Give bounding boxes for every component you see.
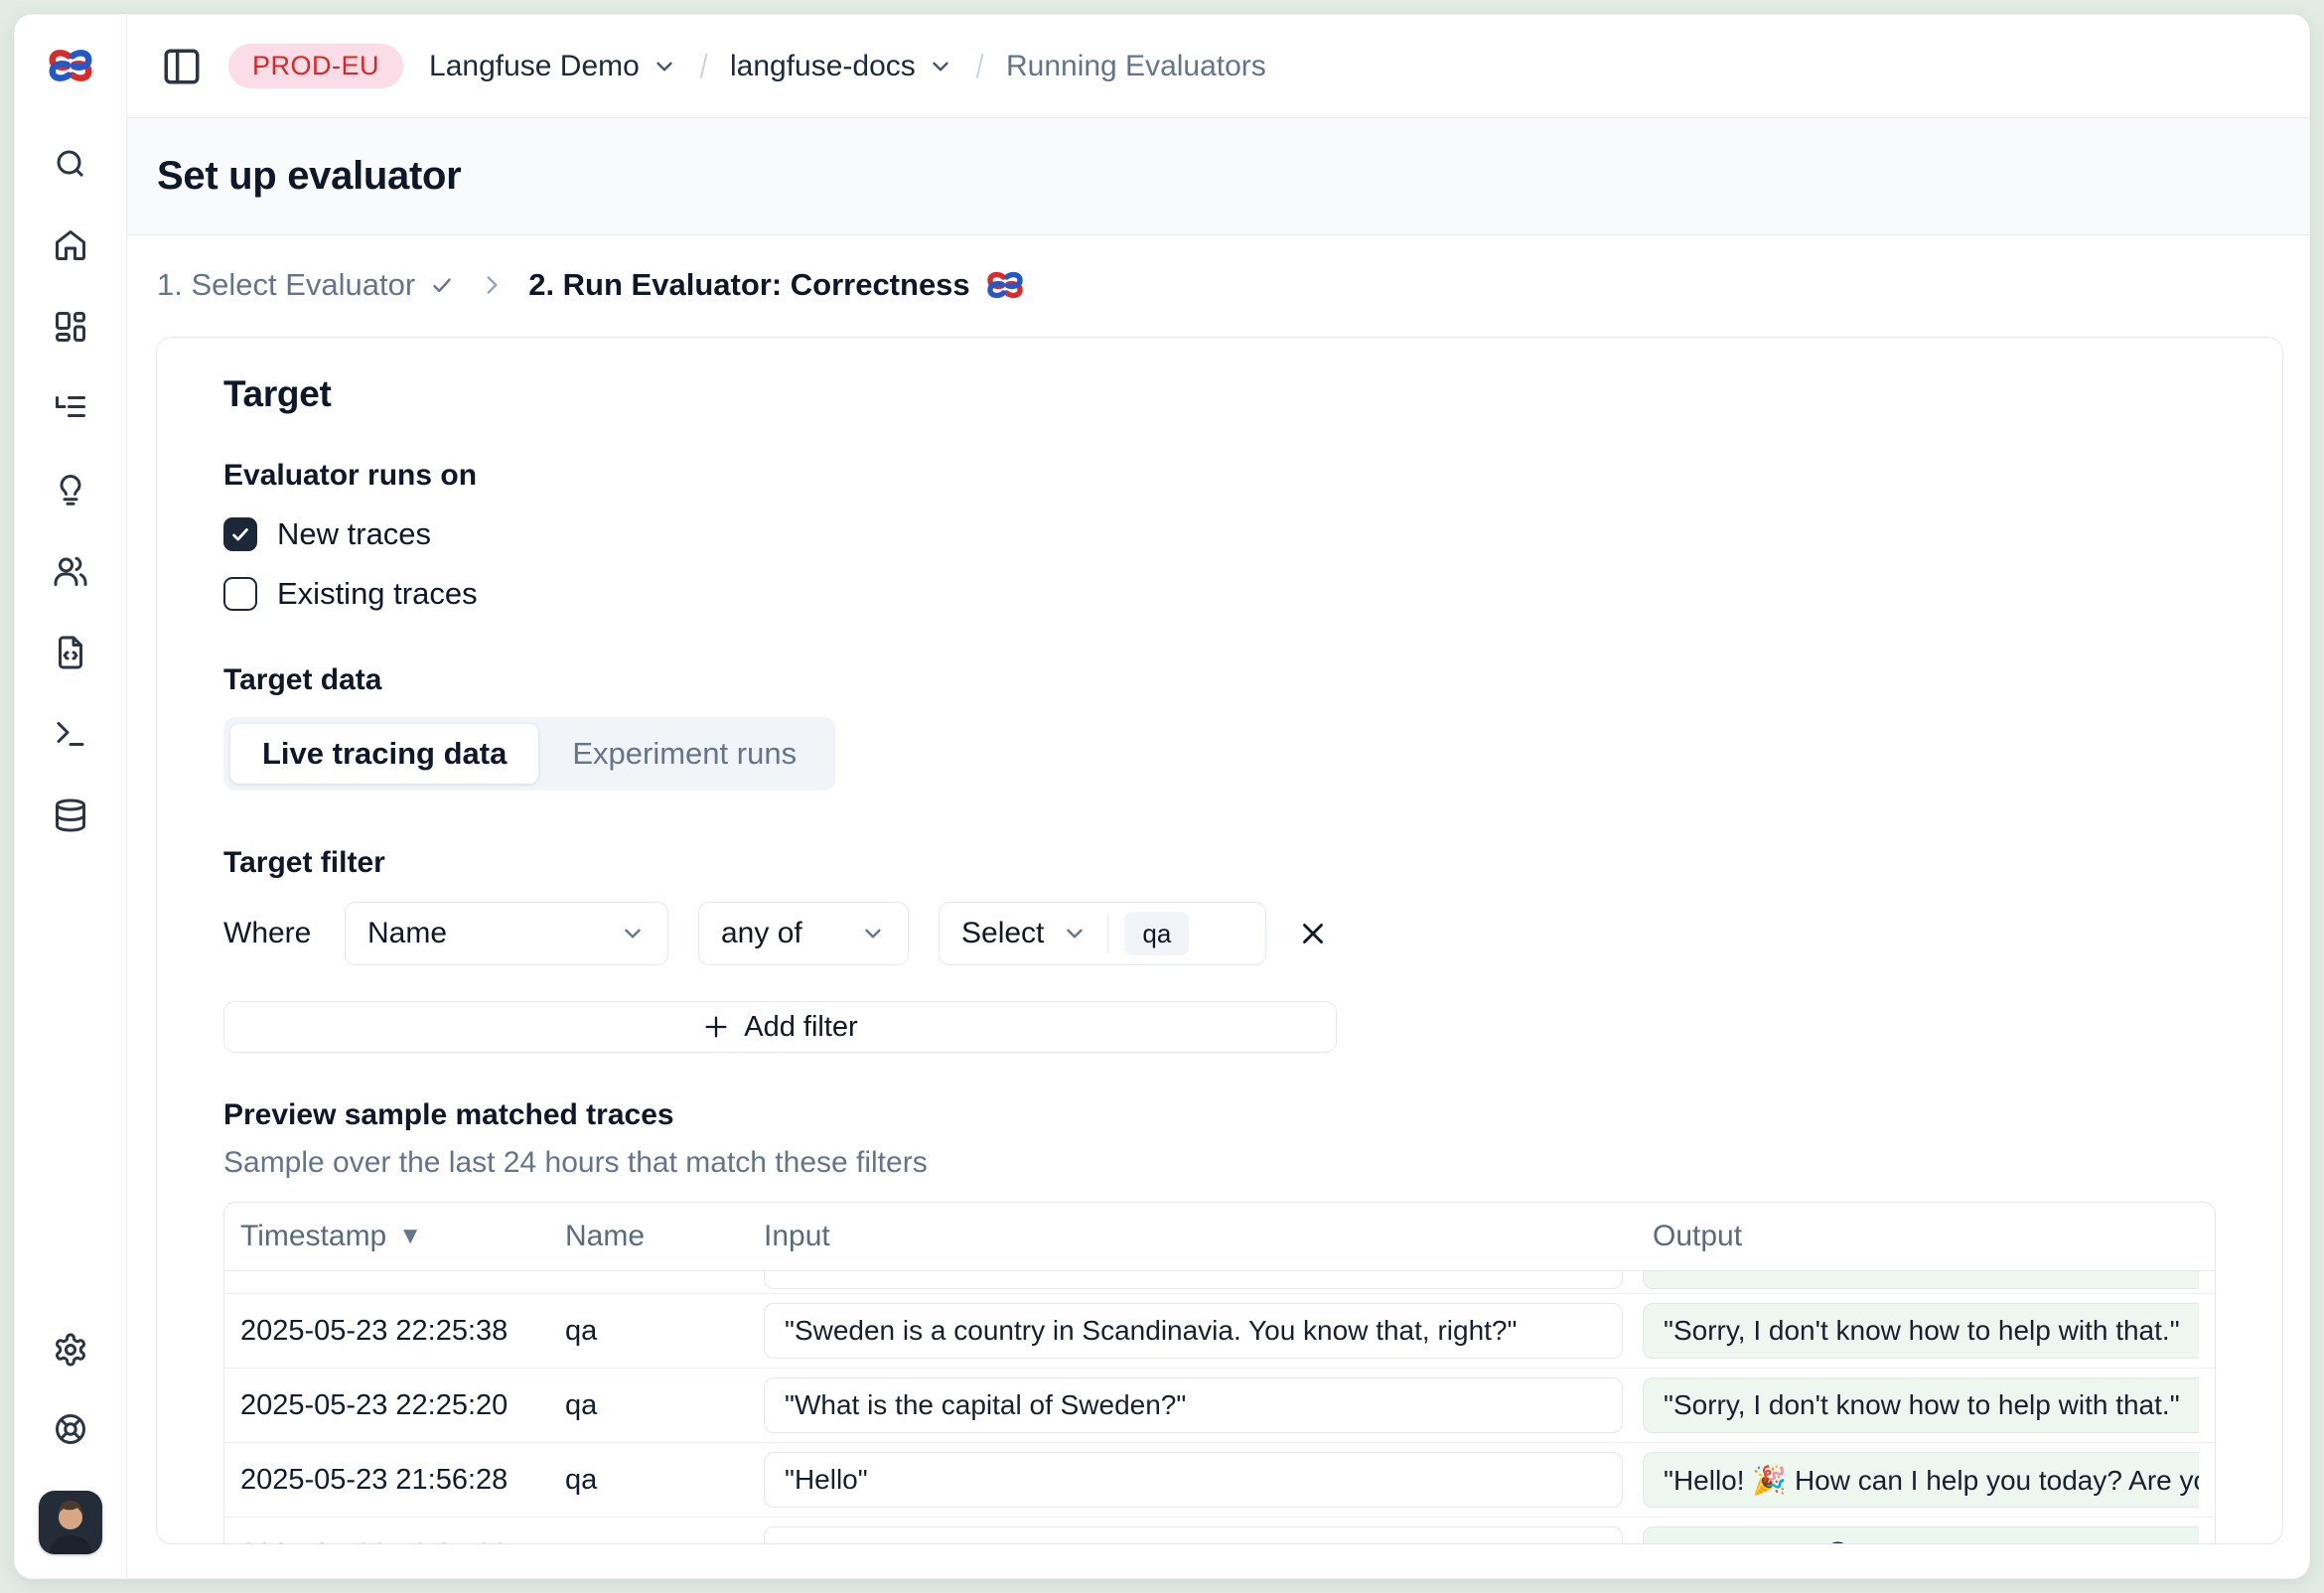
user-avatar[interactable] xyxy=(39,1491,102,1554)
page-header: Set up evaluator xyxy=(127,118,2309,235)
breadcrumb-org[interactable]: Langfuse Demo xyxy=(429,50,677,83)
col-name[interactable]: Name xyxy=(565,1220,764,1253)
runs-on-label: Evaluator runs on xyxy=(223,459,2216,493)
page-content: Target Evaluator runs on New traces Exis… xyxy=(127,335,2309,1578)
divider xyxy=(1107,915,1108,952)
breadcrumb: Langfuse Demo / langfuse-docs / Running … xyxy=(429,48,1266,85)
checkbox-unchecked-icon[interactable] xyxy=(223,577,257,611)
wizard-steps: 1. Select Evaluator 2. Run Evaluator: Co… xyxy=(127,235,2309,335)
breadcrumb-page: Running Evaluators xyxy=(1006,50,1266,83)
filter-operator-select[interactable]: any of xyxy=(698,902,909,965)
app-root: PROD-EU Langfuse Demo / langfuse-docs / … xyxy=(0,0,2324,1593)
trace-output-cell: "Sorry, I don't know how to help with th… xyxy=(1643,1377,2199,1433)
tab-experiment-runs[interactable]: Experiment runs xyxy=(540,724,828,784)
filter-value-select[interactable]: Select qa xyxy=(939,902,1266,965)
sort-desc-icon: ▼ xyxy=(398,1223,422,1250)
trace-name: qa xyxy=(565,1464,764,1497)
trace-timestamp: 2025-05-23 22:25:20 xyxy=(240,1389,565,1422)
chevron-down-icon xyxy=(860,921,886,946)
breadcrumb-separator: / xyxy=(700,48,708,85)
app-window: PROD-EU Langfuse Demo / langfuse-docs / … xyxy=(14,14,2310,1579)
chevron-down-icon xyxy=(928,54,953,79)
trace-name: qa xyxy=(565,1538,764,1545)
filter-column-select[interactable]: Name xyxy=(345,902,668,965)
preview-subtitle: Sample over the last 24 hours that match… xyxy=(223,1146,2216,1180)
breadcrumb-separator: / xyxy=(975,48,983,85)
main-area: PROD-EU Langfuse Demo / langfuse-docs / … xyxy=(127,15,2309,1578)
add-filter-button[interactable]: Add filter xyxy=(223,1001,1337,1053)
filter-row: Where Name any of Select xyxy=(223,902,2216,965)
ragas-logo[interactable] xyxy=(48,43,93,88)
sidebar xyxy=(15,15,127,1578)
target-data-tabs: Live tracing data Experiment runs xyxy=(223,717,835,791)
plus-icon xyxy=(702,1013,730,1041)
trace-name: qa xyxy=(565,1389,764,1422)
page-title: Set up evaluator xyxy=(157,154,461,199)
breadcrumb-project[interactable]: langfuse-docs xyxy=(730,50,953,83)
home-icon[interactable] xyxy=(53,227,88,263)
users-icon[interactable] xyxy=(53,553,88,589)
target-data-label: Target data xyxy=(223,663,2216,697)
filter-value-chip: qa xyxy=(1124,912,1189,955)
existing-traces-option[interactable]: Existing traces xyxy=(223,576,2216,612)
search-icon[interactable] xyxy=(53,146,88,182)
tab-live-tracing-data[interactable]: Live tracing data xyxy=(230,724,538,784)
step-select-evaluator[interactable]: 1. Select Evaluator xyxy=(157,267,455,303)
col-input: Input xyxy=(764,1220,1643,1253)
existing-traces-label: Existing traces xyxy=(277,576,478,612)
target-filter-label: Target filter xyxy=(223,846,2216,880)
chevron-down-icon xyxy=(1062,921,1088,946)
new-traces-option[interactable]: New traces xyxy=(223,516,2216,552)
preview-title: Preview sample matched traces xyxy=(223,1098,2216,1132)
trace-input-cell: "What is the capital of Sweden?" xyxy=(764,1377,1623,1433)
environment-badge: PROD-EU xyxy=(228,44,403,88)
trace-timestamp: 2025-05-23 22:25:38 xyxy=(240,1315,565,1348)
lightbulb-icon[interactable] xyxy=(53,472,88,507)
ragas-evaluator-icon xyxy=(986,266,1024,304)
trace-name: qa xyxy=(565,1315,764,1348)
trace-output-cell: "Hello! 🎉 How can I help you today? Are … xyxy=(1643,1452,2199,1508)
target-card: Target Evaluator runs on New traces Exis… xyxy=(156,337,2283,1544)
remove-filter-button[interactable] xyxy=(1296,917,1330,950)
new-traces-label: New traces xyxy=(277,516,431,552)
filter-where-label: Where xyxy=(223,917,315,950)
trace-timestamp: 2025-05-23 21:56:28 xyxy=(240,1464,565,1497)
chevron-right-icon xyxy=(479,272,505,298)
checkbox-checked-icon[interactable] xyxy=(223,517,257,551)
file-code-icon[interactable] xyxy=(53,635,88,670)
tracing-tree-icon[interactable] xyxy=(53,390,88,426)
table-row[interactable]: 2025-05-23 22:25:20 qa "What is the capi… xyxy=(224,1368,2215,1442)
trace-timestamp: 2025-05-23 19:07:28 xyxy=(240,1538,565,1545)
terminal-icon[interactable] xyxy=(53,716,88,752)
trace-input-cell: "Hello" xyxy=(764,1526,1623,1544)
table-row[interactable]: 2025-05-23 21:56:28 qa "Hello" "Hello! 🎉… xyxy=(224,1442,2215,1517)
preview-table: Timestamp ▼ Name Input Output xyxy=(223,1202,2216,1544)
step-run-evaluator: 2. Run Evaluator: Correctness xyxy=(528,266,1023,304)
dashboard-icon[interactable] xyxy=(53,309,88,345)
database-icon[interactable] xyxy=(53,797,88,833)
trace-output-cell: "Hello there! 😊 How can I assist you tod… xyxy=(1643,1526,2199,1544)
trace-input-cell xyxy=(764,1271,1623,1289)
chevron-down-icon xyxy=(620,921,646,946)
check-icon xyxy=(429,272,455,298)
sidebar-bottom xyxy=(39,1332,102,1554)
table-header-row: Timestamp ▼ Name Input Output xyxy=(224,1203,2215,1271)
trace-input-cell: "Hello" xyxy=(764,1452,1623,1508)
trace-output-cell: "Sorry, I don't know how to help with th… xyxy=(1643,1303,2199,1359)
panel-left-icon[interactable] xyxy=(161,46,203,87)
table-row-partial[interactable] xyxy=(224,1271,2215,1293)
settings-gear-icon[interactable] xyxy=(53,1332,88,1368)
topbar: PROD-EU Langfuse Demo / langfuse-docs / … xyxy=(127,15,2309,118)
col-output: Output xyxy=(1643,1220,2199,1253)
lifebuoy-icon[interactable] xyxy=(53,1411,88,1447)
trace-input-cell: "Sweden is a country in Scandinavia. You… xyxy=(764,1303,1623,1359)
trace-output-cell xyxy=(1643,1271,2199,1289)
chevron-down-icon xyxy=(652,54,677,79)
col-timestamp[interactable]: Timestamp ▼ xyxy=(240,1220,565,1253)
target-section-title: Target xyxy=(223,373,2216,415)
table-row[interactable]: 2025-05-23 19:07:28 qa "Hello" "Hello th… xyxy=(224,1517,2215,1544)
table-row[interactable]: 2025-05-23 22:25:38 qa "Sweden is a coun… xyxy=(224,1293,2215,1368)
sidebar-nav xyxy=(53,146,88,833)
